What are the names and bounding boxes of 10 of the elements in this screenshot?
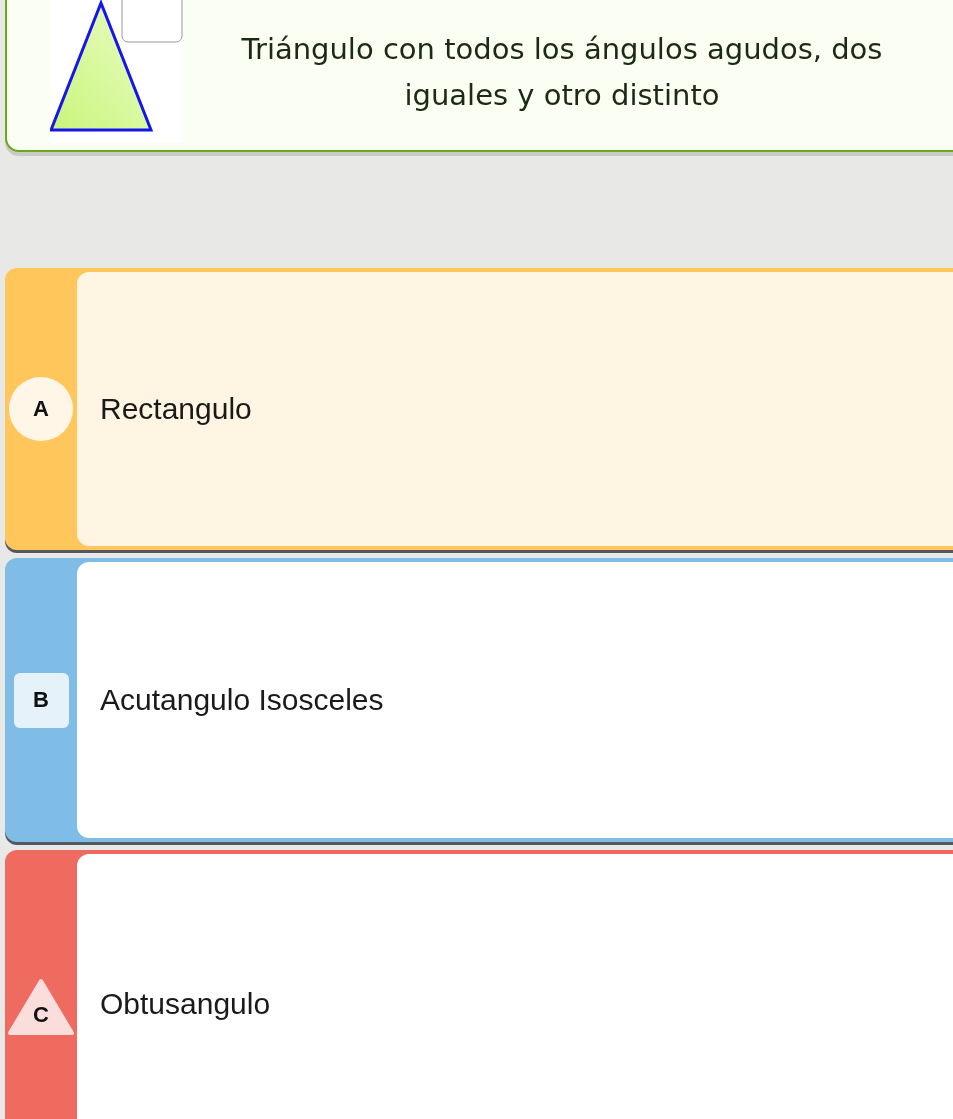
option-label: Rectangulo [100, 392, 252, 426]
answer-option[interactable]: C Obtusangulo [5, 850, 953, 1119]
option-label: Obtusangulo [100, 987, 271, 1021]
answer-option[interactable]: A Rectangulo [5, 268, 953, 550]
letter-badge: C [8, 978, 74, 1036]
option-label: Acutangulo Isosceles [100, 683, 384, 717]
letter-badge: A [9, 377, 73, 441]
answer-option[interactable]: B Acutangulo Isosceles [5, 558, 953, 842]
question-text: Triángulo con todos los ángulos agudos, dos iguales y otro distinto [240, 31, 884, 114]
letter-badge: B [13, 672, 69, 728]
